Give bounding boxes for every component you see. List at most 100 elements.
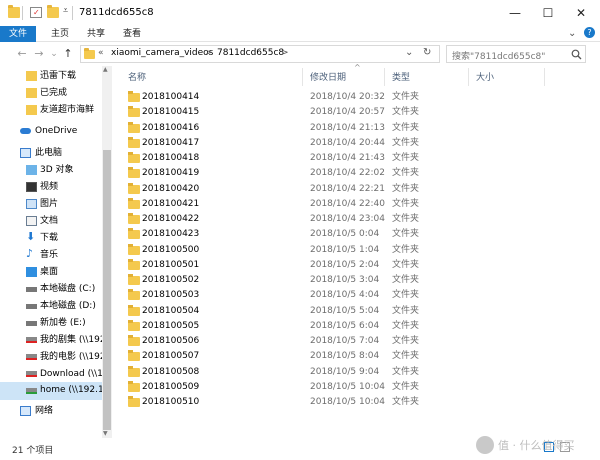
table-row[interactable]: 2018100416 2018/10/4 21:13 文件夹 xyxy=(118,121,588,136)
breadcrumb-separator[interactable]: > xyxy=(281,48,289,58)
download-icon: ⬇ xyxy=(26,230,36,243)
close-button[interactable]: ✕ xyxy=(566,0,596,26)
drive-icon xyxy=(26,304,37,309)
tab-file[interactable]: 文件 xyxy=(0,26,36,42)
search-icon[interactable] xyxy=(571,49,582,60)
properties-icon[interactable]: ✓ xyxy=(30,7,42,18)
sidebar-item-videos[interactable]: 视频 xyxy=(0,179,104,196)
sidebar-item-drive-c[interactable]: 本地磁盘 (C:) xyxy=(0,281,104,298)
tab-view[interactable]: 查看 xyxy=(116,26,148,42)
sidebar-item-drive-e[interactable]: 新加卷 (E:) xyxy=(0,315,104,332)
column-header-date[interactable]: 修改日期 xyxy=(310,70,346,86)
sidebar-item-network-series[interactable]: 我的剧集 (\\192 xyxy=(0,332,104,349)
sidebar-item-3d-objects[interactable]: 3D 对象 xyxy=(0,162,104,179)
table-row[interactable]: 2018100505 2018/10/5 6:04 文件夹 xyxy=(118,319,588,334)
breadcrumb-xiaomi-camera-videos[interactable]: xiaomi_camera_videos xyxy=(111,48,213,58)
sidebar-item-music[interactable]: ♪ 音乐 xyxy=(0,247,104,264)
search-input[interactable]: 搜索"7811dcd655c8" xyxy=(452,49,545,62)
table-row[interactable]: 2018100418 2018/10/4 21:43 文件夹 xyxy=(118,151,588,166)
breadcrumb-overflow[interactable]: « xyxy=(98,48,104,58)
sidebar-item-documents[interactable]: 文档 xyxy=(0,213,104,230)
back-button[interactable]: ← xyxy=(14,46,30,62)
sidebar-item-xunlei-download[interactable]: 迅雷下载 xyxy=(0,68,104,85)
column-divider[interactable] xyxy=(302,68,303,86)
file-type: 文件夹 xyxy=(392,351,420,362)
table-row[interactable]: 2018100509 2018/10/5 10:04 文件夹 xyxy=(118,380,588,395)
folder-icon xyxy=(128,365,140,377)
column-header-type[interactable]: 类型 xyxy=(392,70,410,86)
customize-toolbar-icon[interactable]: ⩡ xyxy=(63,6,68,16)
up-button[interactable]: ↑ xyxy=(60,46,76,62)
file-name: 2018100504 xyxy=(142,305,200,316)
sidebar-item-downloads[interactable]: ⬇ 下载 xyxy=(0,230,104,247)
table-row[interactable]: 2018100420 2018/10/4 22:21 文件夹 xyxy=(118,182,588,197)
table-row[interactable]: 2018100508 2018/10/5 9:04 文件夹 xyxy=(118,365,588,380)
table-row[interactable]: 2018100500 2018/10/5 1:04 文件夹 xyxy=(118,243,588,258)
folder-icon xyxy=(26,105,37,115)
table-row[interactable]: 2018100502 2018/10/5 3:04 文件夹 xyxy=(118,273,588,288)
refresh-button[interactable]: ↻ xyxy=(423,47,431,58)
column-divider[interactable] xyxy=(468,68,469,86)
sidebar-item-onedrive[interactable]: OneDrive xyxy=(0,123,104,140)
pictures-icon xyxy=(26,199,37,209)
column-divider[interactable] xyxy=(544,68,545,86)
breadcrumb-separator[interactable]: > xyxy=(205,48,213,58)
table-row[interactable]: 2018100423 2018/10/5 0:04 文件夹 xyxy=(118,227,588,242)
table-row[interactable]: 2018100417 2018/10/4 20:44 文件夹 xyxy=(118,136,588,151)
tab-home[interactable]: 主页 xyxy=(44,26,76,42)
sidebar-item-network-movies[interactable]: 我的电影 (\\192 xyxy=(0,349,104,366)
sidebar-item-network-download[interactable]: Download (\\1 xyxy=(0,366,104,383)
help-icon[interactable]: ? xyxy=(584,27,595,38)
minimize-button[interactable]: — xyxy=(500,0,530,26)
table-row[interactable]: 2018100414 2018/10/4 20:32 文件夹 xyxy=(118,90,588,105)
sidebar-item-pictures[interactable]: 图片 xyxy=(0,196,104,213)
sidebar-item-seafood[interactable]: 友道超市海鲜 xyxy=(0,102,104,119)
sidebar-item-network-home[interactable]: home (\\192.1 xyxy=(0,382,104,400)
scroll-down-button[interactable]: ▼ xyxy=(103,430,108,437)
sidebar-item-label: OneDrive xyxy=(35,126,78,136)
address-bar[interactable]: « xiaomi_camera_videos > 7811dcd655c8 > … xyxy=(80,45,440,63)
maximize-button[interactable]: ☐ xyxy=(533,0,563,26)
sidebar-item-completed[interactable]: 已完成 xyxy=(0,85,104,102)
file-type: 文件夹 xyxy=(392,320,420,331)
tab-share[interactable]: 共享 xyxy=(80,26,112,42)
scroll-up-button[interactable]: ▲ xyxy=(103,66,108,73)
table-row[interactable]: 2018100501 2018/10/5 2:04 文件夹 xyxy=(118,258,588,273)
table-row[interactable]: 2018100415 2018/10/4 20:57 文件夹 xyxy=(118,105,588,120)
folder-icon xyxy=(26,71,37,81)
file-type: 文件夹 xyxy=(392,259,420,270)
sort-indicator: ^ xyxy=(354,63,361,72)
forward-button[interactable]: → xyxy=(31,46,47,62)
window-title: 7811dcd655c8 xyxy=(79,7,154,18)
sidebar-item-label: 此电脑 xyxy=(35,148,63,158)
column-header-name[interactable]: 名称 xyxy=(128,70,146,86)
file-name: 2018100419 xyxy=(142,168,200,179)
column-header-size[interactable]: 大小 xyxy=(476,70,494,86)
sidebar-item-label: 视频 xyxy=(40,182,59,192)
table-row[interactable]: 2018100422 2018/10/4 23:04 文件夹 xyxy=(118,212,588,227)
sidebar-item-network[interactable]: 网络 xyxy=(0,403,104,420)
new-folder-icon[interactable] xyxy=(47,5,59,18)
table-row[interactable]: 2018100419 2018/10/4 22:02 文件夹 xyxy=(118,166,588,181)
address-dropdown-button[interactable]: ⌄ xyxy=(405,47,413,58)
table-row[interactable]: 2018100507 2018/10/5 8:04 文件夹 xyxy=(118,349,588,364)
expand-ribbon-icon[interactable]: ⌄ xyxy=(568,28,576,39)
sidebar-scrollbar-thumb[interactable] xyxy=(103,150,111,430)
sidebar-item-drive-d[interactable]: 本地磁盘 (D:) xyxy=(0,298,104,315)
breadcrumb-7811dcd655c8[interactable]: 7811dcd655c8 xyxy=(217,48,284,58)
column-divider[interactable] xyxy=(384,68,385,86)
sidebar-item-desktop[interactable]: 桌面 xyxy=(0,264,104,281)
table-row[interactable]: 2018100506 2018/10/5 7:04 文件夹 xyxy=(118,334,588,349)
folder-icon xyxy=(128,152,140,163)
sidebar-item-label: 下载 xyxy=(40,233,59,243)
table-row[interactable]: 2018100421 2018/10/4 22:40 文件夹 xyxy=(118,197,588,212)
file-name: 2018100509 xyxy=(142,381,200,392)
sidebar-item-this-pc[interactable]: 此电脑 xyxy=(0,145,104,162)
file-date: 2018/10/5 10:04 xyxy=(310,381,385,392)
table-row[interactable]: 2018100503 2018/10/5 4:04 文件夹 xyxy=(118,288,588,303)
table-row[interactable]: 2018100504 2018/10/5 5:04 文件夹 xyxy=(118,304,588,319)
search-box[interactable]: 搜索"7811dcd655c8" xyxy=(446,45,586,63)
documents-icon xyxy=(26,216,37,226)
table-row[interactable]: 2018100510 2018/10/5 10:04 文件夹 xyxy=(118,395,588,410)
file-type: 文件夹 xyxy=(392,290,420,301)
